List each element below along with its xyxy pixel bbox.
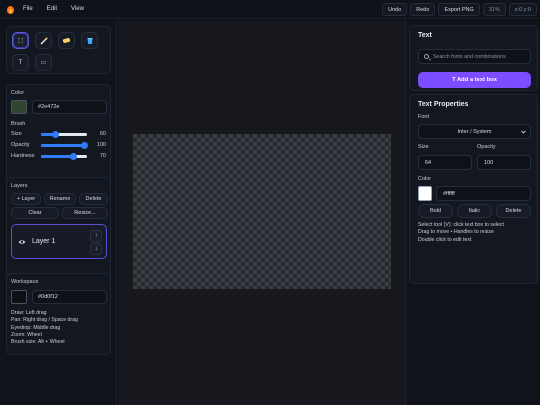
menu-file[interactable]: File <box>23 6 33 12</box>
export-png-button[interactable]: Export PNG <box>438 3 480 16</box>
slider-knob[interactable] <box>70 153 77 160</box>
brush-hardness-label: Hardness <box>11 153 35 159</box>
brush-hardness-value: 70 <box>99 153 106 159</box>
slider-knob[interactable] <box>52 131 59 138</box>
menu-view[interactable]: View <box>71 6 84 12</box>
rename-layer-button[interactable]: Rename <box>44 193 76 205</box>
help-line: Eyedrop: Middle drag <box>11 324 61 331</box>
workspace-color-swatch[interactable] <box>11 290 27 304</box>
text-help: Select tool (V): click text box to selec… <box>418 222 504 244</box>
layer-name: Layer 1 <box>32 238 56 245</box>
layer-item[interactable]: Layer 1 ↑ ↓ <box>11 224 107 259</box>
left-sidebar: ⬚ T ▭ Color #2e472e Brush Size 60 Opacit… <box>0 20 117 405</box>
delete-text-button[interactable]: Delete <box>496 204 531 218</box>
workspace-section-title: Workspace <box>11 279 39 285</box>
redo-button[interactable]: Redo <box>410 3 436 16</box>
color-section-title: Color <box>11 90 25 96</box>
brush-tool-icon[interactable] <box>35 32 52 49</box>
undo-button[interactable]: Undo <box>382 3 408 16</box>
font-search-placeholder: Search fonts and combinations <box>433 53 506 60</box>
text-panel-title: Text <box>418 32 432 39</box>
text-properties-panel: Text Properties Font Inter / System Size… <box>409 94 538 284</box>
help-line: Zoom: Wheel <box>11 331 42 338</box>
chevron-down-icon <box>521 130 526 134</box>
add-text-box-button[interactable]: T Add a text box <box>418 72 531 88</box>
rectangle-tool-icon[interactable]: ▭ <box>35 54 52 71</box>
cursor-coordinates: x:0 y:0 <box>508 3 537 16</box>
text-properties-title: Text Properties <box>418 101 469 108</box>
color-swatch[interactable] <box>11 100 27 114</box>
clear-layer-button[interactable]: Clear <box>11 207 59 219</box>
text-color-input[interactable]: #ffffff <box>436 186 531 201</box>
size-label: Size <box>418 144 429 150</box>
brush-size-value: 60 <box>99 131 106 137</box>
help-line: Draw: Left drag <box>11 310 47 316</box>
text-opacity-input[interactable]: 100 <box>477 155 531 170</box>
slider-knob[interactable] <box>81 142 88 149</box>
fill-bucket-tool-icon[interactable] <box>81 32 98 49</box>
select-tool-icon[interactable]: ⬚ <box>12 32 29 49</box>
flame-logo-icon <box>6 4 15 14</box>
brush-opacity-value: 100 <box>96 142 106 148</box>
brush-size-label: Size <box>11 131 22 137</box>
resize-layer-button[interactable]: Resize... <box>62 207 108 219</box>
move-layer-down-button[interactable]: ↓ <box>90 243 102 255</box>
move-layer-up-button[interactable]: ↑ <box>90 230 102 242</box>
search-icon <box>424 54 429 59</box>
brush-size-slider[interactable] <box>41 131 87 138</box>
layers-panel: Layers + Layer Rename Delete Clear Resiz… <box>6 177 111 285</box>
menu-edit[interactable]: Edit <box>47 6 57 12</box>
font-select[interactable]: Inter / System <box>418 124 531 139</box>
delete-layer-button[interactable]: Delete <box>79 193 108 205</box>
tools-panel: ⬚ T ▭ <box>6 26 111 74</box>
brush-section-title: Brush <box>11 121 26 127</box>
top-bar: File Edit View Undo Redo Export PNG 31% … <box>0 0 540 19</box>
text-color-label: Color <box>418 176 432 182</box>
transparent-canvas[interactable] <box>133 134 391 289</box>
help-line: Drag to move • Handles to resize <box>418 229 494 236</box>
font-label: Font <box>418 114 430 120</box>
help-line: Pan: Right drag / Space drag <box>11 317 78 324</box>
brush-opacity-slider[interactable] <box>41 142 88 149</box>
color-hex-input[interactable]: #2e472e <box>32 100 107 114</box>
shortcut-help: Draw: Left drag Pan: Right drag / Space … <box>11 310 78 346</box>
font-size-input[interactable]: 64 <box>418 155 472 170</box>
layers-section-title: Layers <box>11 183 28 189</box>
text-panel: Text Search fonts and combinations T Add… <box>409 25 538 91</box>
workspace-color-input[interactable]: #0d0f12 <box>32 290 107 304</box>
add-layer-button[interactable]: + Layer <box>11 193 41 205</box>
help-line: Select tool (V): click text box to selec… <box>418 222 504 228</box>
text-tool-icon[interactable]: T <box>12 54 29 71</box>
eye-visibility-icon[interactable] <box>18 239 26 245</box>
toolbar-actions: Undo Redo Export PNG 31% x:0 y:0 <box>382 3 537 16</box>
brush-opacity-label: Opacity <box>11 142 30 148</box>
brush-hardness-slider[interactable] <box>41 153 87 160</box>
text-color-swatch[interactable] <box>418 186 432 201</box>
help-line: Double click to edit text <box>418 236 472 243</box>
font-select-value: Inter / System <box>457 128 492 135</box>
workspace-panel: Workspace #0d0f12 Draw: Left drag Pan: R… <box>6 273 111 355</box>
help-line: Brush size: Alt + Wheel <box>11 339 65 346</box>
eraser-tool-icon[interactable] <box>58 32 75 49</box>
bold-button[interactable]: Bold <box>418 204 453 218</box>
zoom-indicator: 31% <box>482 3 506 16</box>
italic-button[interactable]: Italic <box>457 204 492 218</box>
opacity-label: Opacity <box>477 144 496 150</box>
font-search-input[interactable]: Search fonts and combinations <box>418 49 531 64</box>
right-sidebar: Text Search fonts and combinations T Add… <box>405 20 540 405</box>
